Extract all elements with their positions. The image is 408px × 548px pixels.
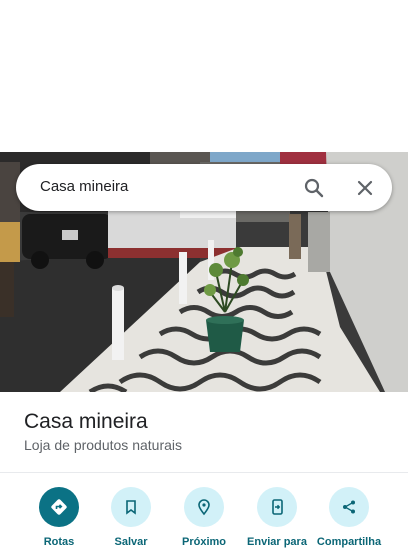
share-label: Compartilha — [316, 536, 382, 548]
send-to-phone-label: Enviar para — [247, 536, 307, 548]
place-category: Loja de produtos naturais — [24, 437, 182, 453]
directions-button[interactable]: Rotas — [20, 487, 98, 548]
nearby-label: Próximo — [181, 536, 226, 548]
search-input[interactable]: Casa mineira — [40, 178, 128, 195]
map-blank-area — [0, 0, 408, 152]
send-to-phone-button[interactable]: Enviar para — [238, 487, 316, 548]
divider — [0, 472, 408, 473]
search-icon[interactable] — [302, 176, 326, 200]
close-icon[interactable] — [353, 176, 377, 200]
nearby-button[interactable]: Próximo — [165, 487, 243, 548]
share-icon — [343, 500, 355, 514]
bookmark-icon — [126, 500, 136, 515]
save-label: Salvar — [114, 536, 148, 548]
search-bar[interactable]: Casa mineira — [16, 164, 392, 211]
place-title: Casa mineira — [24, 410, 148, 433]
send-to-phone-icon — [272, 499, 283, 515]
share-button[interactable]: Compartilha — [310, 487, 388, 548]
nearby-icon — [198, 499, 210, 516]
directions-icon — [51, 499, 67, 515]
directions-label: Rotas — [43, 536, 75, 548]
save-button[interactable]: Salvar — [92, 487, 170, 548]
